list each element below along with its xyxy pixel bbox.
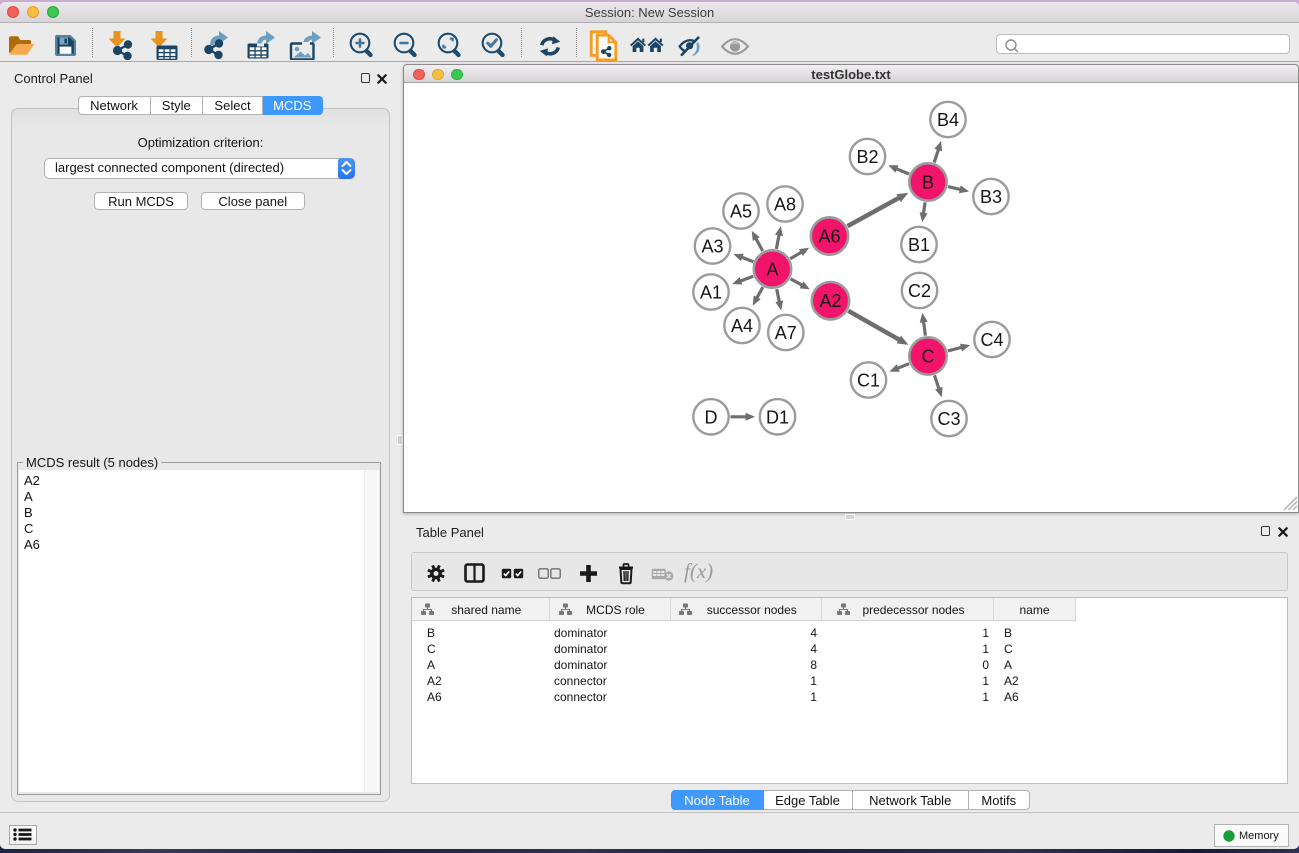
svg-text:D1: D1 (765, 407, 788, 427)
svg-text:B1: B1 (907, 235, 929, 255)
svg-text:C4: C4 (980, 330, 1003, 350)
svg-text:A5: A5 (729, 202, 751, 222)
svg-text:A8: A8 (773, 195, 795, 215)
svg-text:C: C (921, 347, 934, 367)
svg-text:C2: C2 (907, 281, 930, 301)
svg-text:A3: A3 (701, 237, 723, 257)
svg-text:B3: B3 (979, 187, 1001, 207)
svg-text:A7: A7 (774, 323, 796, 343)
svg-text:A: A (766, 260, 778, 280)
svg-text:B2: B2 (856, 147, 878, 167)
svg-text:A6: A6 (818, 227, 840, 247)
svg-text:A1: A1 (699, 283, 721, 303)
svg-text:D: D (704, 407, 717, 427)
svg-text:A2: A2 (819, 291, 841, 311)
svg-text:C1: C1 (856, 371, 879, 391)
svg-text:C3: C3 (937, 409, 960, 429)
svg-text:B: B (921, 173, 933, 193)
svg-text:B4: B4 (936, 110, 958, 130)
svg-text:A4: A4 (730, 316, 752, 336)
